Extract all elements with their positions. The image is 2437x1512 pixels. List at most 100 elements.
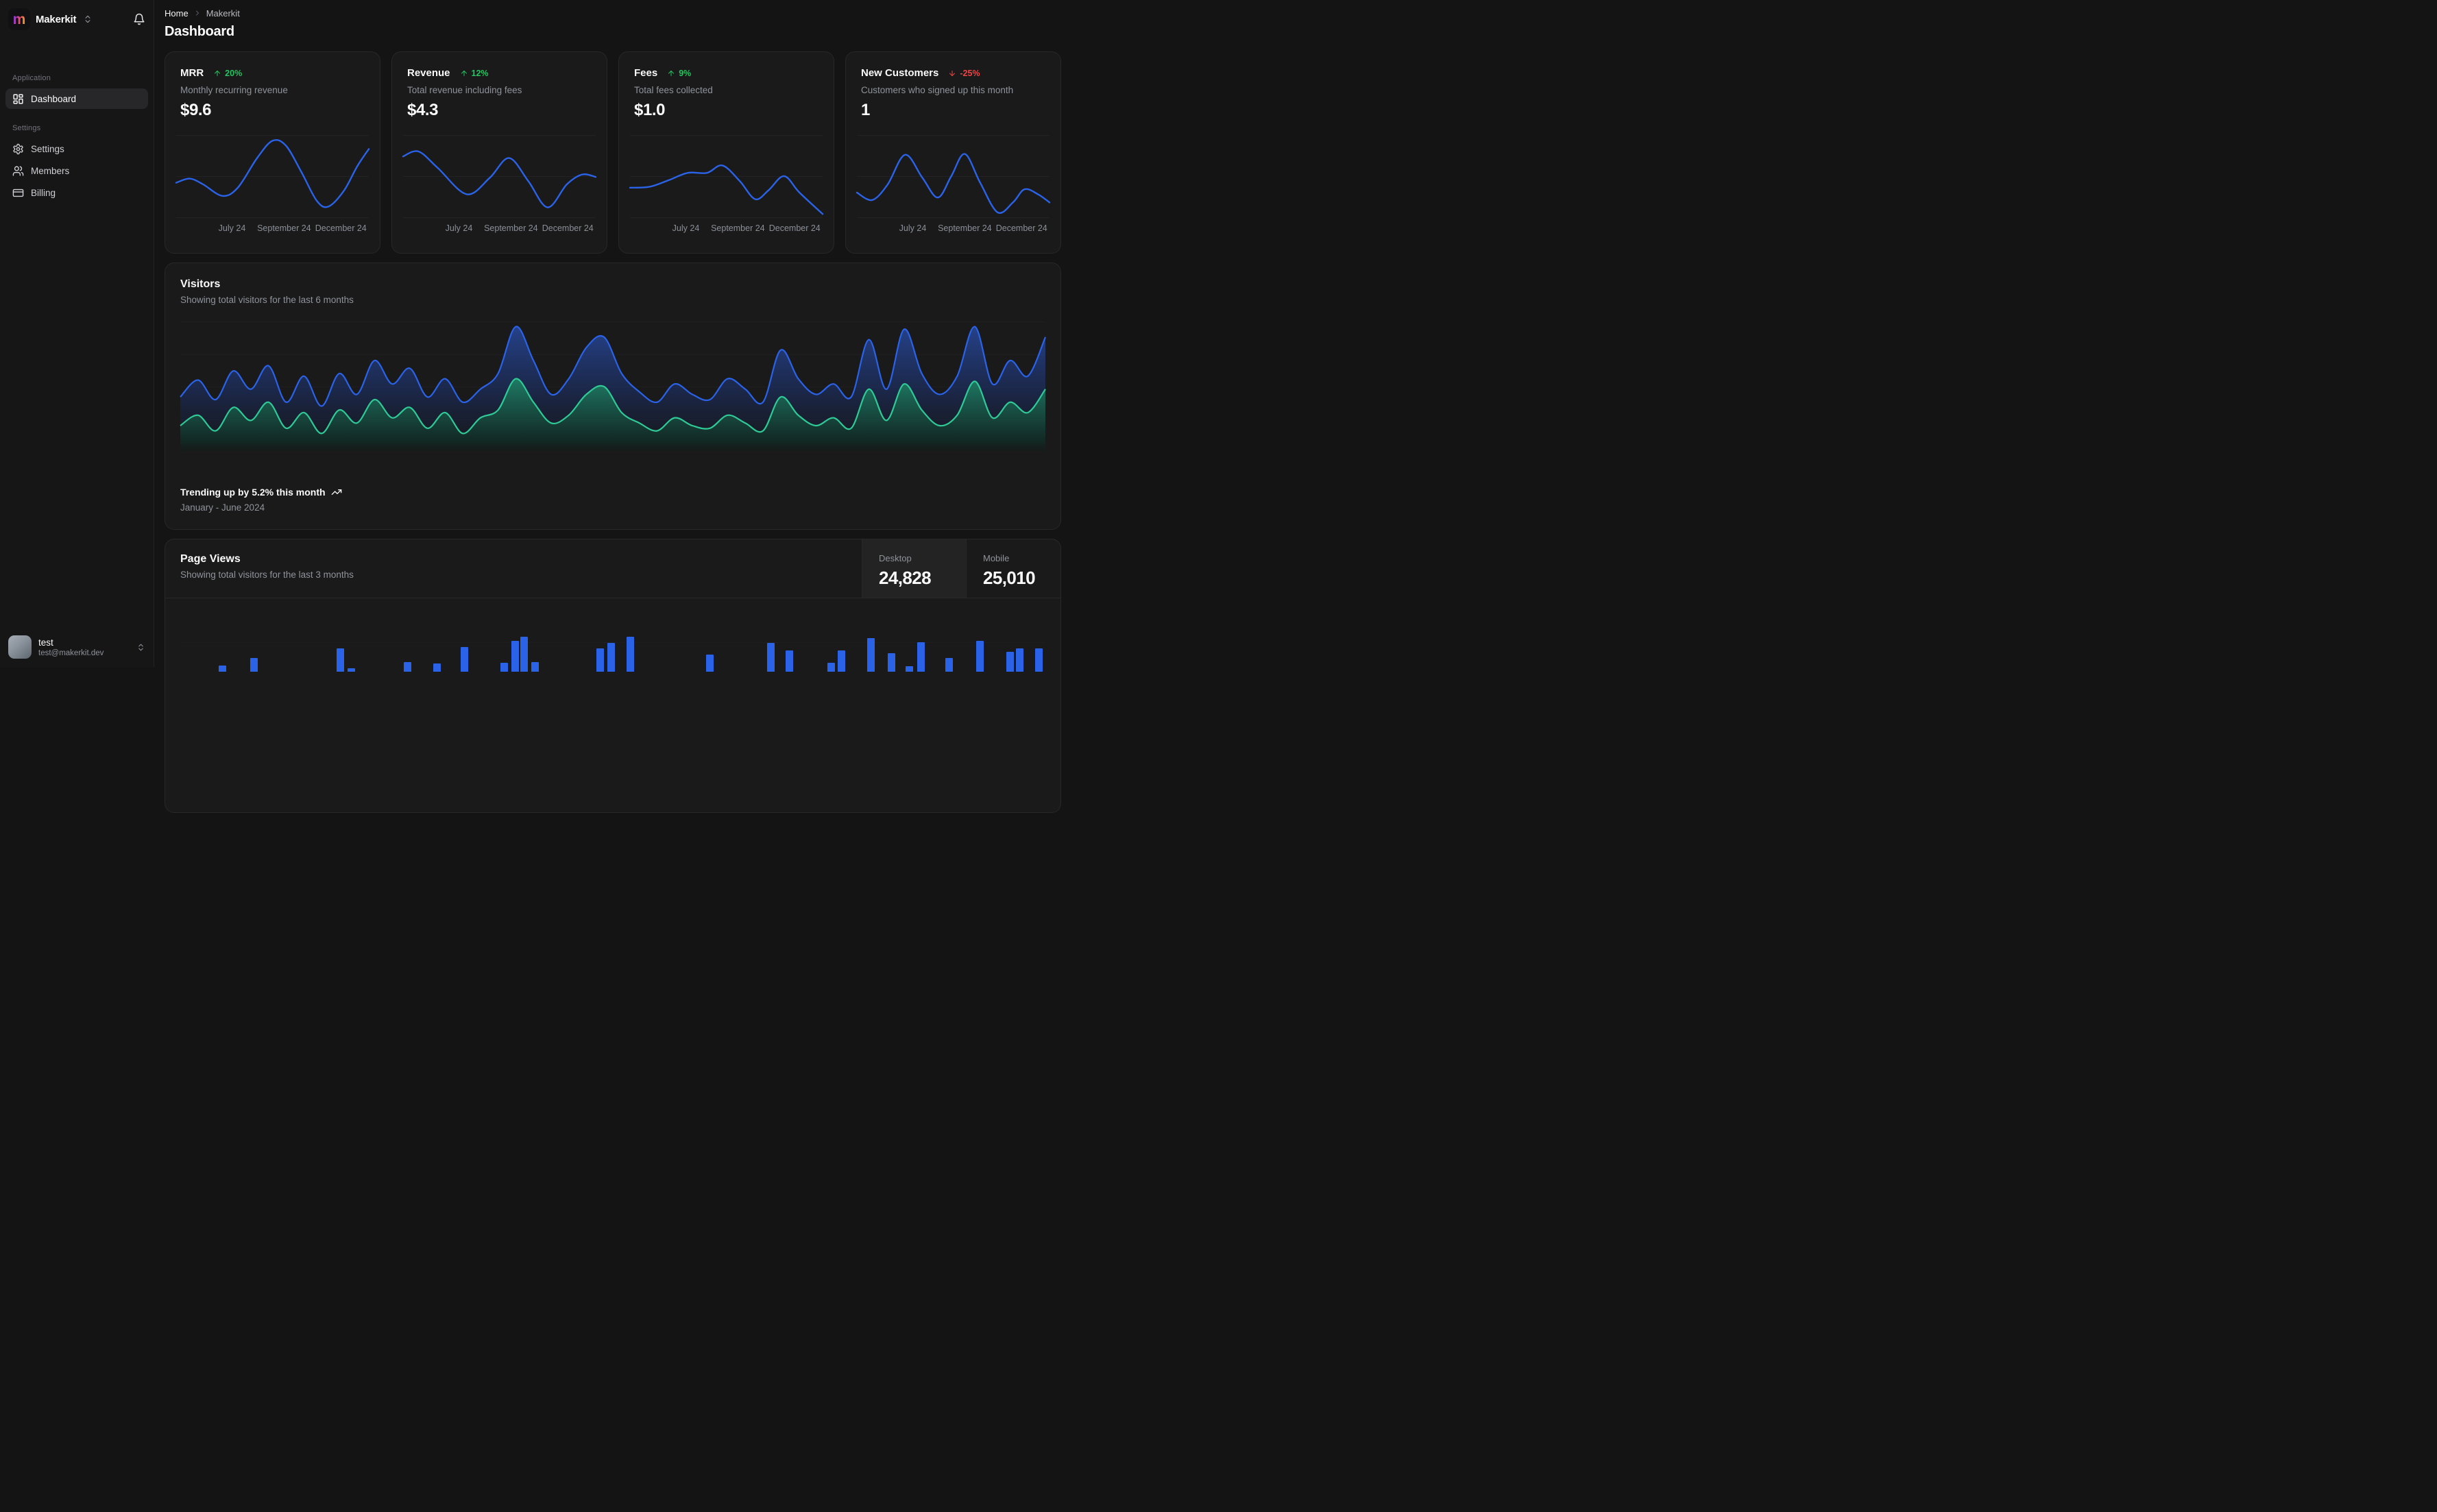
toggle-desktop[interactable]: Desktop 24,828: [862, 539, 966, 598]
x-tick-label: September 24: [938, 223, 992, 233]
user-menu[interactable]: test test@makerkit.dev: [0, 627, 154, 667]
revenue-sparkline-chart: [403, 135, 596, 218]
stat-card-revenue: Revenue 12% Total revenue including fees…: [391, 51, 607, 254]
stat-card-header: New Customers -25%: [861, 67, 1045, 79]
arrow-down-icon: [949, 70, 956, 76]
stat-value: $9.6: [180, 101, 212, 119]
chevrons-up-down-icon: [138, 644, 143, 650]
workspace-selector[interactable]: [83, 14, 93, 24]
new-customers-sparkline: [857, 135, 1050, 217]
page-views-bar: [1006, 652, 1015, 672]
sidebar-item-settings[interactable]: Settings: [5, 138, 148, 159]
page-views-bar: [531, 662, 539, 672]
x-tick-label: September 24: [711, 223, 765, 233]
dashboard-grid-icon: [13, 93, 23, 104]
stat-card-header: Fees 9%: [634, 67, 819, 79]
page-views-subtitle: Showing total visitors for the last 3 mo…: [180, 570, 354, 580]
page-views-card: Page Views Showing total visitors for th…: [165, 539, 1061, 813]
page-views-bar: [1016, 648, 1024, 672]
x-tick-label: July 24: [445, 223, 473, 233]
page-views-header: Page Views Showing total visitors for th…: [165, 539, 1060, 598]
toggle-mobile[interactable]: Mobile 25,010: [966, 539, 1060, 598]
breadcrumb-current[interactable]: Makerkit: [206, 8, 240, 19]
makerkit-logo: m: [8, 8, 30, 30]
sidebar-item-dashboard[interactable]: Dashboard: [5, 88, 148, 109]
user-meta: test test@makerkit.dev: [38, 637, 104, 657]
sidebar-item-label: Settings: [31, 143, 64, 154]
page-views-bar: [433, 663, 441, 672]
makerkit-logo-letter: m: [12, 11, 26, 27]
visitors-area-svg: [180, 321, 1045, 452]
page-views-bar: [627, 637, 635, 672]
x-axis-labels: July 24 September 24 December 24: [176, 223, 369, 234]
sidebar-header: m Makerkit: [0, 0, 154, 37]
x-tick-label: September 24: [257, 223, 311, 233]
stat-title: New Customers: [861, 67, 939, 79]
page-views-bar: [945, 658, 953, 672]
stat-description: Monthly recurring revenue: [180, 85, 288, 95]
page-views-bar: [347, 668, 355, 672]
sidebar-item-label: Billing: [31, 187, 56, 198]
nav-section-settings: Settings: [12, 124, 41, 132]
stat-title: Revenue: [407, 67, 450, 79]
revenue-sparkline: [403, 135, 596, 217]
sidebar-item-members[interactable]: Members: [5, 160, 148, 181]
main-content: Home Makerkit Dashboard MRR 20% Monthly …: [154, 0, 1067, 813]
mobile-value: 25,010: [983, 568, 1036, 588]
page-views-bar: [520, 637, 528, 672]
x-tick-label: July 24: [218, 223, 246, 233]
x-tick-label: December 24: [995, 223, 1047, 233]
visitors-footer: Trending up by 5.2% this month January -…: [180, 487, 342, 513]
arrow-up-icon: [215, 70, 221, 76]
user-avatar: [8, 635, 32, 659]
page-views-bar: [867, 638, 875, 672]
sidebar-item-label: Members: [31, 165, 70, 176]
user-name: test: [38, 637, 53, 648]
sidebar-item-label: Dashboard: [31, 93, 77, 104]
x-tick-label: December 24: [315, 223, 367, 233]
chevron-right-icon: [195, 10, 199, 16]
visitors-card: Visitors Showing total visitors for the …: [165, 263, 1061, 530]
gridline: [630, 217, 823, 218]
gridline: [176, 217, 369, 218]
page-views-bar: [905, 666, 913, 672]
users-icon: [12, 165, 24, 176]
page-views-bar: [337, 648, 345, 672]
x-axis-labels: July 24 September 24 December 24: [630, 223, 823, 234]
x-tick-label: December 24: [768, 223, 821, 233]
page-views-title: Page Views: [180, 553, 241, 565]
workspace-name: Makerkit: [36, 13, 77, 25]
trend-value: 20%: [225, 68, 243, 78]
trend-value: -25%: [960, 68, 980, 78]
page-views-bar: [218, 666, 226, 672]
notifications-button[interactable]: [133, 13, 145, 25]
sidebar-item-billing[interactable]: Billing: [5, 182, 148, 203]
arrow-up-icon: [668, 70, 675, 76]
page-views-bar: [888, 653, 896, 672]
stat-value: $1.0: [634, 101, 666, 119]
visitors-area-chart: [180, 321, 1045, 456]
page-views-bar: [838, 650, 846, 672]
page-views-bar: [917, 642, 925, 672]
stat-description: Total fees collected: [634, 85, 713, 95]
page-views-header-left: Page Views Showing total visitors for th…: [165, 539, 862, 598]
breadcrumb-home-link[interactable]: Home: [165, 8, 189, 19]
trend-value: 12%: [471, 68, 489, 78]
desktop-label: Desktop: [879, 553, 912, 563]
mrr-sparkline: [176, 135, 369, 217]
bell-icon: [134, 13, 145, 25]
x-axis-labels: July 24 September 24 December 24: [403, 223, 596, 234]
page-title: Dashboard: [165, 24, 234, 39]
user-email: test@makerkit.dev: [38, 648, 104, 657]
fees-sparkline-chart: [630, 135, 823, 218]
visitors-range-text: January - June 2024: [180, 502, 265, 513]
stat-title: Fees: [634, 67, 658, 79]
user-menu-chevrons[interactable]: [136, 643, 145, 652]
stat-card-fees: Fees 9% Total fees collected $1.0 July 2…: [618, 51, 834, 254]
gridline: [857, 217, 1050, 218]
arrow-up-icon: [461, 70, 467, 76]
breadcrumb: Home Makerkit: [165, 7, 1061, 19]
stat-cards-row: MRR 20% Monthly recurring revenue $9.6 J…: [165, 51, 1061, 254]
page-views-bar: [596, 648, 605, 672]
x-tick-label: September 24: [484, 223, 538, 233]
